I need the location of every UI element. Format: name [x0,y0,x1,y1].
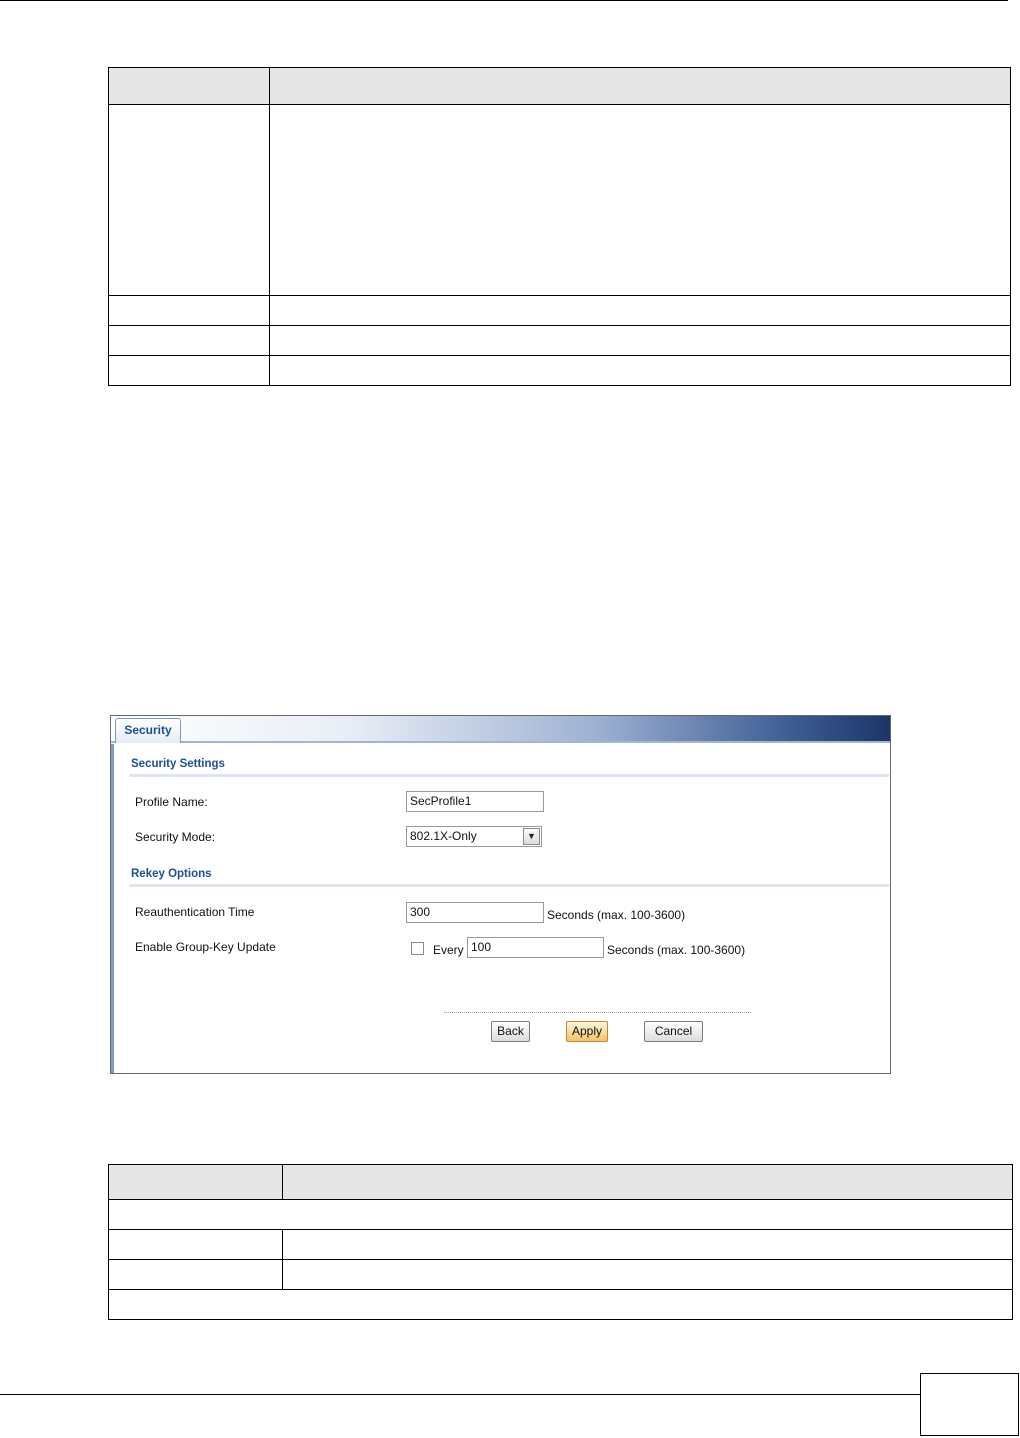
page-number-box [920,1373,1019,1436]
table-row [108,1259,1013,1290]
frame-left-border [111,744,114,1073]
back-button[interactable]: Back [491,1021,530,1042]
tab-bar [111,716,890,742]
reauth-time-label: Reauthentication Time [135,905,255,919]
security-screen-screenshot: Security Security Settings Profile Name:… [110,715,891,1074]
security-mode-value: 802.1X-Only [410,829,477,843]
group-key-interval-input[interactable]: 100 [467,937,604,958]
section-divider [129,774,889,777]
field-description-table-top [108,67,1011,386]
reauth-time-unit: Seconds (max. 100-3600) [547,908,686,922]
profile-name-label: Profile Name: [135,795,208,809]
table-section-row [108,1289,1013,1320]
security-mode-label: Security Mode: [135,830,216,844]
table-header-row [108,1164,1013,1200]
header-rule [0,0,1008,1]
tab-bar-underline [111,741,890,743]
group-key-update-label: Enable Group-Key Update [135,940,276,954]
security-settings-title: Security Settings [131,758,225,770]
table-row [108,295,1011,326]
reauth-time-input[interactable]: 300 [406,902,544,923]
group-key-interval-unit: Seconds (max. 100-3600) [607,943,746,957]
footer-rule [0,1394,920,1395]
group-key-update-checkbox[interactable] [411,942,424,955]
rekey-options-title: Rekey Options [131,868,212,880]
tab-security[interactable]: Security [115,718,181,743]
table-row [108,355,1011,386]
every-label: Every [433,943,464,957]
apply-button[interactable]: Apply [566,1021,608,1042]
profile-name-input[interactable]: SecProfile1 [406,791,544,812]
security-mode-select[interactable]: 802.1X-Only ▼ [406,826,542,847]
field-description-table-bottom [108,1164,1013,1320]
cancel-button[interactable]: Cancel [644,1021,703,1042]
table-row [108,325,1011,356]
button-divider [444,1012,751,1013]
table-header-row [108,67,1011,105]
chevron-down-icon[interactable]: ▼ [523,828,540,845]
table-section-row [108,1199,1013,1230]
table-row [108,104,1011,296]
section-divider [129,884,889,887]
table-row [108,1229,1013,1260]
